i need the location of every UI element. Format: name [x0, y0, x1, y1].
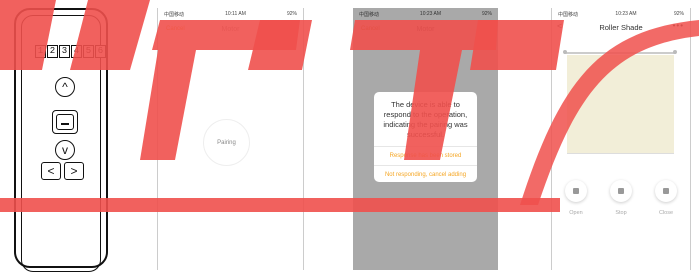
close-label: Close: [658, 210, 674, 216]
stop-icon: [56, 114, 74, 130]
chevron-right-icon: >: [70, 164, 78, 178]
clock-label: 10:23 AM: [419, 11, 442, 17]
channel-3: 3: [59, 45, 70, 58]
shade-rail: [563, 50, 677, 54]
battery-label: 92%: [286, 11, 297, 17]
response-stored-button[interactable]: Response has been stored: [374, 146, 477, 165]
status-bar: 中国移动 10:23 AM 92%: [353, 8, 498, 20]
channel-5: 5: [83, 45, 94, 58]
pairing-confirm-dialog: The device is able to respond to the ope…: [374, 92, 477, 182]
roller-shade-screen: 中国移动 10:23 AM 92% < Roller Shade ••• Ope…: [551, 8, 691, 270]
dialog-message: The device is able to respond to the ope…: [383, 100, 468, 139]
stop-control[interactable]: Stop: [606, 180, 636, 216]
remote-right-button[interactable]: >: [64, 162, 84, 180]
clock-label: 10:11 AM: [225, 11, 246, 17]
carrier-label: 中国移动: [164, 11, 185, 18]
close-icon: [663, 188, 669, 194]
chevron-up-icon: ^: [62, 80, 68, 94]
rail-bolt-left: [563, 50, 567, 54]
open-control[interactable]: Open: [561, 180, 591, 216]
pairing-indicator: Pairing: [203, 119, 250, 166]
shade-fabric: [567, 55, 674, 154]
pairing-screen: 中国移动 10:11 AM 92% Cancel Motor Pairing: [157, 8, 304, 270]
remote-stop-button[interactable]: [52, 110, 78, 134]
page-title: Roller Shade: [599, 23, 643, 32]
battery-label: 92%: [673, 11, 684, 17]
rail-bolt-right: [673, 50, 677, 54]
carrier-label: 中国移动: [359, 11, 380, 18]
open-icon: [573, 188, 579, 194]
chevron-left-icon: <: [47, 164, 55, 178]
open-button[interactable]: [565, 180, 587, 202]
dialog-screen: 中国移动 10:23 AM 92% Cancel Motor The devic…: [353, 8, 498, 270]
stop-button[interactable]: [610, 180, 632, 202]
remote-left-button[interactable]: <: [41, 162, 61, 180]
channel-1: 1: [35, 45, 46, 58]
remote-down-button[interactable]: v: [55, 140, 75, 160]
stop-icon: [618, 188, 624, 194]
stop-label: Stop: [615, 210, 627, 216]
status-bar: 中国移动 10:11 AM 92%: [158, 8, 303, 20]
pairing-label: Pairing: [217, 139, 236, 146]
channel-4: 4: [71, 45, 82, 58]
remote-control: 1 2 3 4 5 6 ^ v < >: [14, 8, 108, 272]
clock-label: 10:23 AM: [615, 11, 637, 17]
open-label: Open: [569, 210, 583, 216]
channel-6: 6: [95, 45, 106, 58]
page-title: Motor: [221, 26, 240, 33]
close-button[interactable]: [655, 180, 677, 202]
channel-indicators: 1 2 3 4 5 6: [35, 45, 106, 58]
battery-label: 92%: [481, 11, 492, 17]
carrier-label: 中国移动: [558, 11, 579, 18]
cancel-adding-button[interactable]: Not responding, cancel adding: [374, 165, 477, 182]
page-title: Motor: [416, 26, 435, 33]
more-icon[interactable]: •••: [673, 21, 684, 30]
remote-up-button[interactable]: ^: [55, 77, 75, 97]
status-bar: 中国移动 10:23 AM 92%: [552, 8, 690, 20]
channel-2: 2: [47, 45, 58, 58]
chevron-down-icon: v: [62, 143, 68, 157]
close-control[interactable]: Close: [651, 180, 681, 216]
